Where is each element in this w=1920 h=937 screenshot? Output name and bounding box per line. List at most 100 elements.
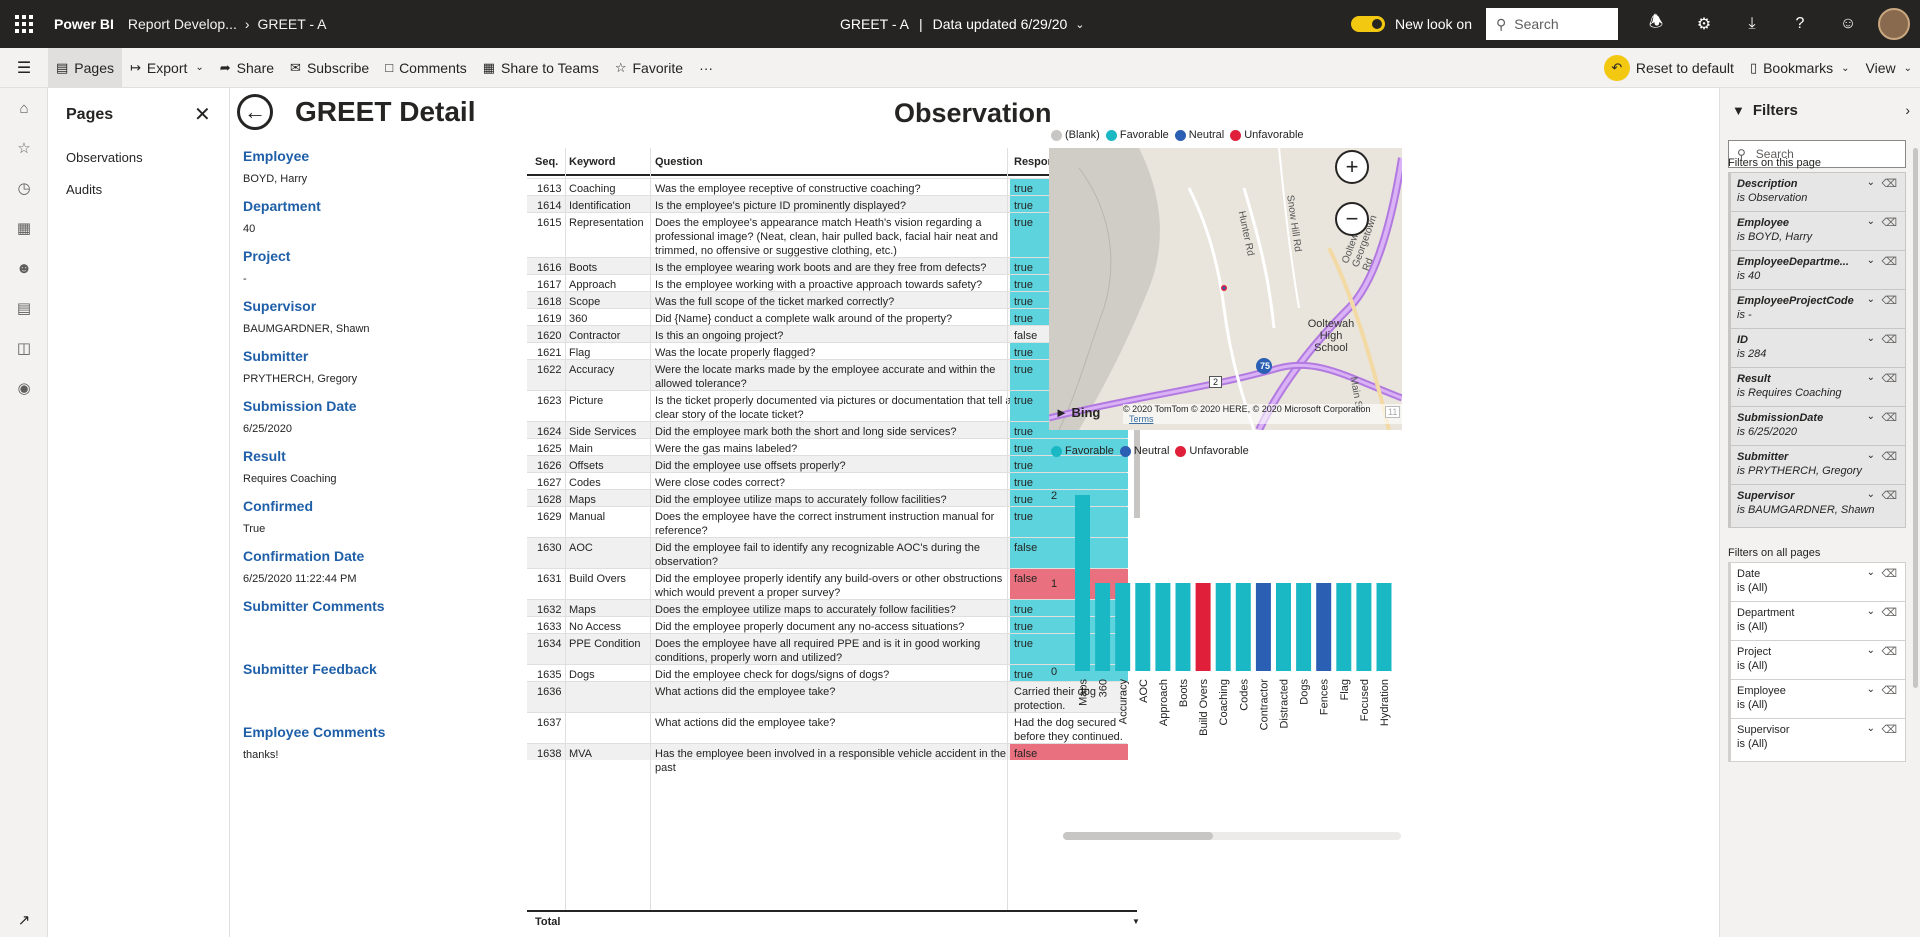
chevron-down-icon[interactable]: ⌄ [1867, 684, 1875, 695]
shared-with-me-icon[interactable]: ☻ [0, 248, 48, 288]
share-to-teams-button[interactable]: ▦ Share to Teams [475, 48, 607, 88]
clear-filter-eraser-icon[interactable]: ⌫ [1881, 567, 1897, 580]
clear-filter-eraser-icon[interactable]: ⌫ [1881, 216, 1897, 229]
app-launcher-icon[interactable] [0, 0, 48, 48]
bar-hydration[interactable] [1376, 583, 1392, 671]
table-row[interactable]: 1632 Maps Does the employee utilize maps t… [527, 599, 1128, 616]
filter-card[interactable]: SubmissionDate is 6/25/2020 ⌄ ⌫ [1728, 406, 1906, 450]
filter-card[interactable]: EmployeeDepartme... is 40 ⌄ ⌫ [1728, 250, 1906, 294]
table-row[interactable]: 1637 What actions did the employee take? H… [527, 712, 1127, 743]
favorites-star-icon[interactable]: ☆ [0, 128, 48, 168]
favorite-button[interactable]: ☆ Favorite [607, 48, 691, 88]
chevron-down-icon[interactable]: ⌄ [1867, 645, 1875, 656]
chevron-down-icon[interactable]: ⌄ [1867, 606, 1875, 617]
chevron-down-icon[interactable]: ⌄ [1867, 411, 1875, 422]
chart-scroll-thumb[interactable] [1063, 832, 1213, 840]
table-row[interactable]: 1625 Main Were the gas mains labeled? true [527, 438, 1128, 455]
chevron-down-icon[interactable]: ⌄ [1867, 723, 1875, 734]
clear-filter-eraser-icon[interactable]: ⌫ [1881, 294, 1897, 307]
map-terms-link[interactable]: Terms [1129, 414, 1154, 424]
global-search-input[interactable]: ⚲ Search [1486, 8, 1618, 40]
subscribe-button[interactable]: ✉ Subscribe [282, 48, 377, 88]
legend-item[interactable]: Favorable [1105, 129, 1169, 141]
table-row[interactable]: 1638 MVA Has the employee been involved in… [527, 743, 1128, 774]
clear-filter-eraser-icon[interactable]: ⌫ [1881, 489, 1897, 502]
map-visual[interactable]: Hunter Rd Snow Hill Rd Ooltewah High Sch… [1049, 148, 1402, 430]
bar-coaching[interactable] [1215, 583, 1231, 671]
table-row[interactable]: 1621 Flag Was the locate properly flagged?… [527, 342, 1128, 359]
apps-icon[interactable]: ▦ [0, 208, 48, 248]
filter-card[interactable]: Date is (All) ⌄ ⌫ [1728, 562, 1906, 606]
scroll-down-icon[interactable]: ▼ [1132, 917, 1140, 926]
more-options-button[interactable]: ··· [691, 48, 721, 88]
bar-maps[interactable] [1075, 495, 1090, 671]
table-row[interactable]: 1624 Side Services Did the employee mark b… [527, 421, 1128, 438]
legend-item[interactable]: Favorable [1051, 445, 1114, 457]
user-avatar[interactable] [1878, 8, 1910, 40]
table-row[interactable]: 1634 PPE Condition Does the employee have … [527, 633, 1128, 664]
table-row[interactable]: 1615 Representation Does the employee's ap… [527, 212, 1128, 257]
filter-card[interactable]: Supervisor is (All) ⌄ ⌫ [1728, 718, 1906, 762]
zoom-out-icon[interactable]: − [1335, 202, 1369, 236]
brand-label[interactable]: Power BI [54, 16, 114, 32]
table-row[interactable]: 1620 Contractor Is this an ongoing project… [527, 325, 1127, 342]
clear-filter-eraser-icon[interactable]: ⌫ [1881, 450, 1897, 463]
chevron-down-icon[interactable]: ⌄ [1867, 177, 1875, 188]
back-arrow-button[interactable]: ← [237, 94, 273, 130]
feedback-bar-chart[interactable]: 0 1 2 Maps 360 Accuracy AOC Approach Boots Build … [1049, 464, 1401, 844]
legend-item[interactable]: Unfavorable [1175, 445, 1249, 457]
chevron-down-icon[interactable]: ⌄ [1867, 450, 1875, 461]
comments-button[interactable]: □ Comments [377, 48, 475, 88]
clear-filter-eraser-icon[interactable]: ⌫ [1881, 333, 1897, 346]
report-title-dropdown[interactable]: GREET - A | Data updated 6/29/20 ⌄ [840, 0, 1085, 48]
bar-aoc[interactable] [1135, 583, 1151, 671]
notifications-bell-icon[interactable]: 🕭 [1632, 0, 1680, 48]
legend-item[interactable]: Neutral [1119, 445, 1169, 457]
filter-card[interactable]: EmployeeProjectCode is - ⌄ ⌫ [1728, 289, 1906, 333]
table-row[interactable]: 1623 Picture Is the ticket properly docume… [527, 390, 1128, 421]
header-question[interactable]: Question [655, 156, 703, 168]
table-row[interactable]: 1630 AOC Did the employee fail to identify… [527, 537, 1128, 568]
hamburger-menu-icon[interactable]: ☰ [0, 48, 48, 88]
table-row[interactable]: 1618 Scope Was the full scope of the ticke… [527, 291, 1128, 308]
clear-filter-eraser-icon[interactable]: ⌫ [1881, 684, 1897, 697]
chevron-down-icon[interactable]: ⌄ [1867, 489, 1875, 500]
share-button[interactable]: ➦ Share [212, 48, 282, 88]
filter-card[interactable]: Supervisor is BAUMGARDNER, Shawn ⌄ ⌫ [1728, 484, 1906, 528]
table-row[interactable]: 1622 Accuracy Were the locate marks made b… [527, 359, 1128, 390]
settings-gear-icon[interactable]: ⚙ [1680, 0, 1728, 48]
filter-card[interactable]: ID is 284 ⌄ ⌫ [1728, 328, 1906, 372]
filter-card[interactable]: Employee is BOYD, Harry ⌄ ⌫ [1728, 211, 1906, 255]
chevron-down-icon[interactable]: ⌄ [1867, 372, 1875, 383]
chevron-down-icon[interactable]: ⌄ [1867, 333, 1875, 344]
bar-accuracy[interactable] [1115, 583, 1131, 671]
filter-card[interactable]: Project is (All) ⌄ ⌫ [1728, 640, 1906, 684]
clear-filter-eraser-icon[interactable]: ⌫ [1881, 177, 1897, 190]
table-row[interactable]: 1617 Approach Is the employee working with… [527, 274, 1128, 291]
clear-filter-eraser-icon[interactable]: ⌫ [1881, 723, 1897, 736]
clear-filter-eraser-icon[interactable]: ⌫ [1881, 255, 1897, 268]
filter-card[interactable]: Result is Requires Coaching ⌄ ⌫ [1728, 367, 1906, 411]
bar-360[interactable] [1095, 583, 1111, 671]
page-item-observations[interactable]: Observations [66, 150, 143, 165]
chevron-down-icon[interactable]: ⌄ [1867, 255, 1875, 266]
table-row[interactable]: 1629 Manual Does the employee have the cor… [527, 506, 1128, 537]
legend-item[interactable]: Neutral [1174, 129, 1224, 141]
bar-codes[interactable] [1235, 583, 1251, 671]
export-button[interactable]: ↦ Export ⌄ [122, 48, 212, 88]
header-seq[interactable]: Seq. [535, 156, 558, 168]
table-row[interactable]: 1631 Build Overs Did the employee properly… [527, 568, 1128, 599]
feedback-smiley-icon[interactable]: ☺ [1824, 0, 1872, 48]
chevron-down-icon[interactable]: ⌄ [1867, 567, 1875, 578]
bar-approach[interactable] [1155, 583, 1171, 671]
bar-build-overs[interactable] [1195, 583, 1211, 671]
expand-arrow-icon[interactable]: ↗ [0, 911, 48, 929]
download-icon[interactable]: ⤓ [1728, 0, 1776, 48]
table-row[interactable]: 1636 What actions did the employee take? C… [527, 681, 1127, 712]
workspace-avatar-icon[interactable]: ◉ [0, 368, 48, 408]
bar-boots[interactable] [1175, 583, 1191, 671]
breadcrumb-report[interactable]: GREET - A [258, 16, 327, 32]
table-row[interactable]: 1626 Offsets Did the employee use offsets … [527, 455, 1128, 472]
table-row[interactable]: 1635 Dogs Did the employee check for dogs/… [527, 664, 1128, 681]
page-item-audits[interactable]: Audits [66, 182, 102, 197]
